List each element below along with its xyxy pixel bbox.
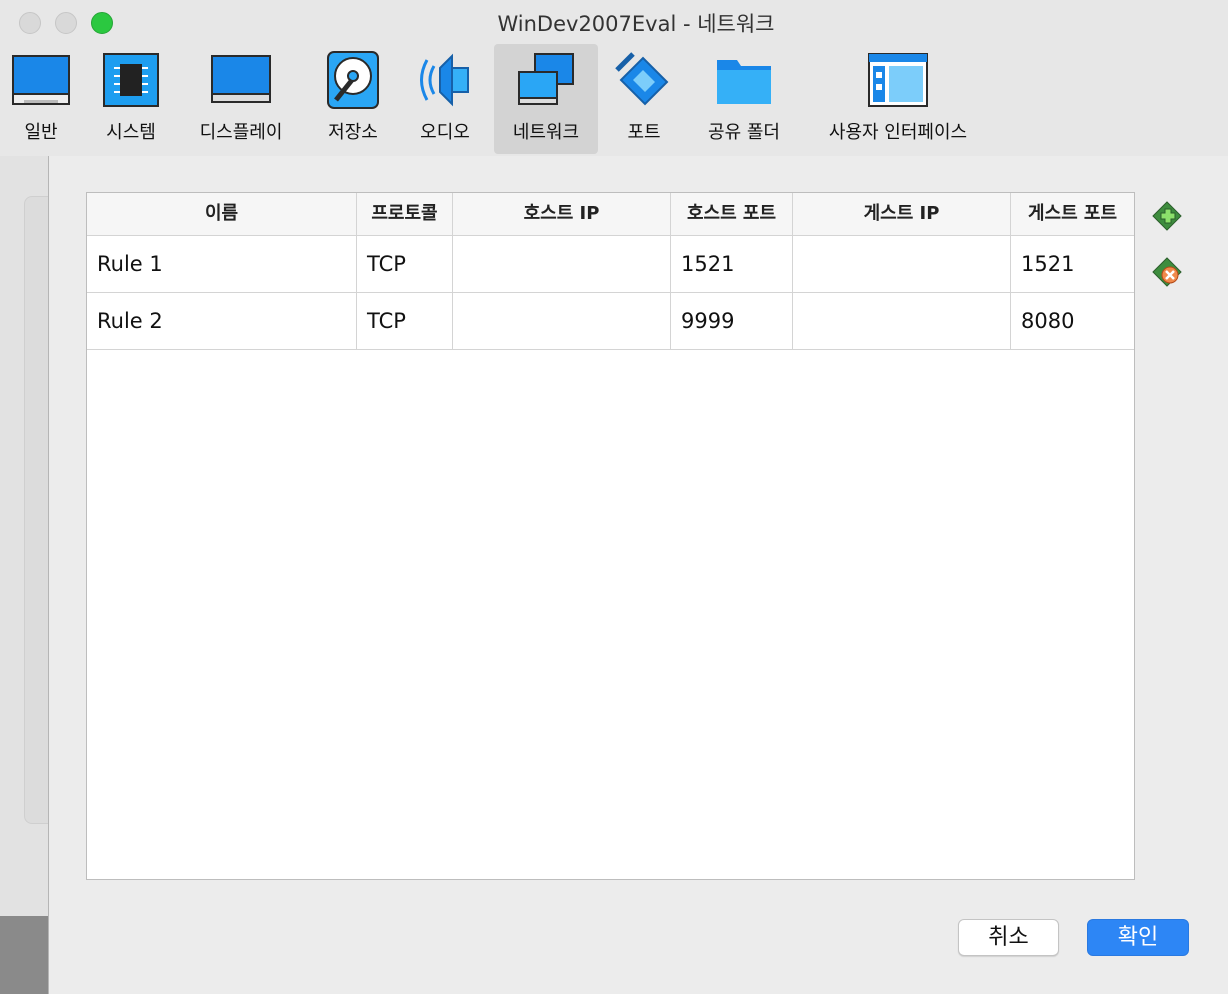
column-header-host-port[interactable]: 호스트 포트 xyxy=(671,193,793,235)
table-row[interactable]: Rule 1 TCP 1521 1521 xyxy=(87,236,1134,293)
toolbar-item-system[interactable]: 시스템 xyxy=(92,44,170,154)
cell-name[interactable]: Rule 1 xyxy=(87,236,357,292)
cancel-button[interactable]: 취소 xyxy=(958,919,1059,956)
cell-guest-ip[interactable] xyxy=(793,236,1011,292)
system-chip-icon xyxy=(103,53,159,107)
storage-disk-icon xyxy=(327,51,379,109)
column-header-guest-ip[interactable]: 게스트 IP xyxy=(793,193,1011,235)
toolbar-label-general: 일반 xyxy=(24,122,58,143)
toolbar-label-ports: 포트 xyxy=(627,122,661,143)
cell-host-port[interactable]: 9999 xyxy=(671,293,793,349)
ports-serial-icon xyxy=(615,52,669,106)
background-desktop xyxy=(0,916,48,994)
shared-folder-icon xyxy=(717,60,771,104)
ok-button[interactable]: 확인 xyxy=(1087,919,1189,956)
cell-protocol[interactable]: TCP xyxy=(357,236,453,292)
toolbar-item-network[interactable]: 네트워크 xyxy=(494,44,598,154)
toolbar-item-general[interactable]: 일반 xyxy=(4,44,78,154)
port-forwarding-table[interactable]: 이름 프로토콜 호스트 IP 호스트 포트 게스트 IP 게스트 포트 Rule… xyxy=(86,192,1135,880)
cell-host-port[interactable]: 1521 xyxy=(671,236,793,292)
audio-speaker-icon xyxy=(420,53,469,107)
column-header-host-ip[interactable]: 호스트 IP xyxy=(453,193,671,235)
cell-host-ip[interactable] xyxy=(453,236,671,292)
add-rule-icon[interactable] xyxy=(1150,199,1184,233)
table-header: 이름 프로토콜 호스트 IP 호스트 포트 게스트 IP 게스트 포트 xyxy=(87,193,1134,236)
toolbar-label-shared-folders: 공유 폴더 xyxy=(708,122,780,143)
toolbar-item-storage[interactable]: 저장소 xyxy=(314,44,392,154)
title-bar: WinDev2007Eval - 네트워크 xyxy=(0,0,1228,44)
settings-toolbar: 일반 시스템 디스플레이 저장소 오디오 네트워크 포트 공유 폴더 사용자 인… xyxy=(0,44,1228,156)
cell-protocol[interactable]: TCP xyxy=(357,293,453,349)
cell-guest-port[interactable]: 1521 xyxy=(1011,236,1134,292)
toolbar-item-ports[interactable]: 포트 xyxy=(608,44,680,154)
toolbar-label-audio: 오디오 xyxy=(420,122,470,143)
cell-name[interactable]: Rule 2 xyxy=(87,293,357,349)
toolbar-item-user-interface[interactable]: 사용자 인터페이스 xyxy=(814,44,982,154)
window-title: WinDev2007Eval - 네트워크 xyxy=(497,12,775,36)
toolbar-label-system: 시스템 xyxy=(106,122,156,143)
general-monitor-icon xyxy=(12,55,70,105)
background-window-panel xyxy=(24,196,49,824)
remove-rule-icon[interactable] xyxy=(1150,255,1184,289)
user-interface-window-icon xyxy=(868,53,928,107)
column-header-guest-port[interactable]: 게스트 포트 xyxy=(1011,193,1134,235)
cell-host-ip[interactable] xyxy=(453,293,671,349)
cell-guest-port[interactable]: 8080 xyxy=(1011,293,1134,349)
table-row[interactable]: Rule 2 TCP 9999 8080 xyxy=(87,293,1134,350)
toolbar-label-network: 네트워크 xyxy=(512,122,580,143)
cell-guest-ip[interactable] xyxy=(793,293,1011,349)
toolbar-label-storage: 저장소 xyxy=(328,122,378,143)
column-header-name[interactable]: 이름 xyxy=(87,193,357,235)
toolbar-item-shared-folders[interactable]: 공유 폴더 xyxy=(696,44,792,154)
display-monitor-icon xyxy=(211,55,271,103)
toolbar-label-display: 디스플레이 xyxy=(199,122,283,143)
toolbar-item-display[interactable]: 디스플레이 xyxy=(186,44,296,154)
settings-window: WinDev2007Eval - 네트워크 일반 시스템 디스플레이 저장소 오… xyxy=(0,0,1228,994)
toolbar-label-user-interface: 사용자 인터페이스 xyxy=(828,122,968,143)
network-monitors-icon xyxy=(518,53,574,105)
toolbar-item-audio[interactable]: 오디오 xyxy=(406,44,484,154)
column-header-protocol[interactable]: 프로토콜 xyxy=(357,193,453,235)
